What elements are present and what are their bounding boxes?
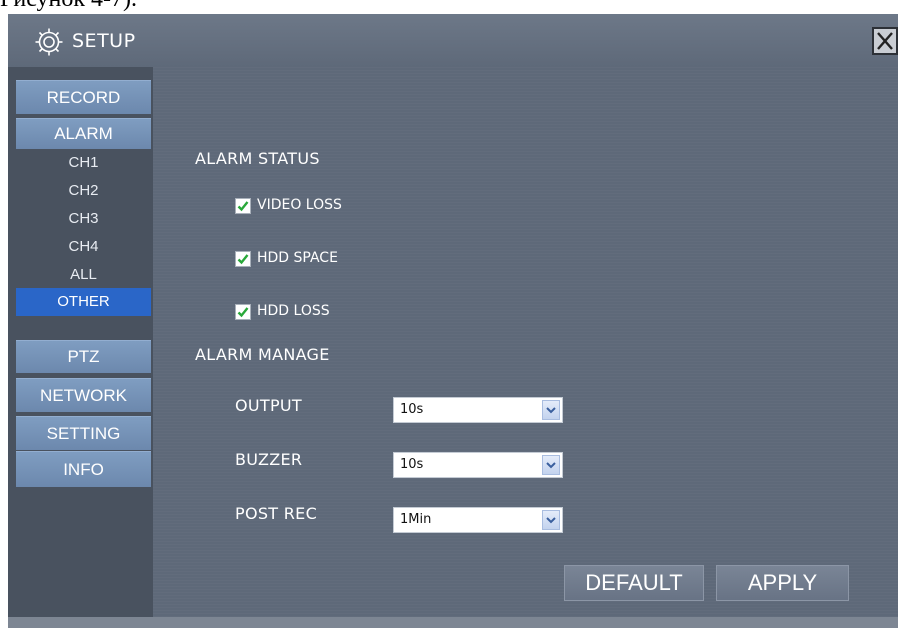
sidebar-subitem-ch2[interactable]: CH2: [16, 177, 151, 205]
hdd-loss-label: HDD LOSS: [257, 303, 330, 319]
title-bar: SETUP: [8, 14, 898, 67]
checkmark-icon: [237, 254, 249, 265]
alarm-status-heading: ALARM STATUS: [195, 149, 320, 168]
sidebar-item-network[interactable]: NETWORK: [16, 378, 151, 412]
buzzer-label: BUZZER: [235, 450, 303, 469]
output-value: 10s: [400, 402, 424, 417]
sidebar-item-ptz[interactable]: PTZ: [16, 340, 151, 373]
chevron-down-icon[interactable]: [542, 455, 560, 475]
sidebar-item-setting[interactable]: SETTING: [16, 416, 151, 450]
sidebar-item-record[interactable]: RECORD: [16, 80, 151, 114]
window-title: SETUP: [72, 30, 136, 52]
gear-icon: [35, 28, 63, 56]
alarm-other-panel: ALARM STATUS VIDEO LOSS HDD SPACE HDD LO…: [153, 67, 898, 628]
setup-window: SETUP RECORD ALARM CH1 CH2 CH3 CH4 ALL O…: [8, 14, 898, 628]
post-rec-select[interactable]: 1Min: [393, 507, 563, 533]
sidebar-subitem-ch3[interactable]: CH3: [16, 205, 151, 233]
output-select[interactable]: 10s: [393, 397, 563, 423]
default-button[interactable]: DEFAULT: [564, 565, 704, 601]
close-icon: [877, 32, 893, 50]
close-button[interactable]: [872, 27, 898, 55]
checkbox-box: [235, 198, 251, 214]
post-rec-value: 1Min: [400, 512, 432, 527]
sidebar-item-alarm[interactable]: ALARM: [16, 118, 151, 149]
buzzer-value: 10s: [400, 457, 424, 472]
alarm-manage-heading: ALARM MANAGE: [195, 345, 330, 364]
apply-button[interactable]: APPLY: [716, 565, 849, 601]
sidebar: RECORD ALARM CH1 CH2 CH3 CH4 ALL OTHER P…: [8, 67, 153, 628]
video-loss-label: VIDEO LOSS: [257, 197, 342, 213]
sidebar-subitem-ch1[interactable]: CH1: [16, 149, 151, 177]
output-label: OUTPUT: [235, 396, 303, 415]
sidebar-subitem-other[interactable]: OTHER: [16, 288, 151, 316]
hdd-space-label: HDD SPACE: [257, 250, 338, 266]
post-rec-label: POST REC: [235, 504, 318, 523]
checkmark-icon: [237, 201, 249, 212]
checkbox-box: [235, 304, 251, 320]
document-caption: Рисунок 4-7).: [0, 0, 137, 12]
checkmark-icon: [237, 307, 249, 318]
buzzer-select[interactable]: 10s: [393, 452, 563, 478]
sidebar-subitem-ch4[interactable]: CH4: [16, 233, 151, 261]
chevron-down-icon[interactable]: [542, 400, 560, 420]
sidebar-subitem-all[interactable]: ALL: [16, 261, 151, 289]
chevron-down-icon[interactable]: [542, 510, 560, 530]
bottom-border: [8, 617, 898, 628]
checkbox-box: [235, 251, 251, 267]
sidebar-item-info[interactable]: INFO: [16, 451, 151, 487]
